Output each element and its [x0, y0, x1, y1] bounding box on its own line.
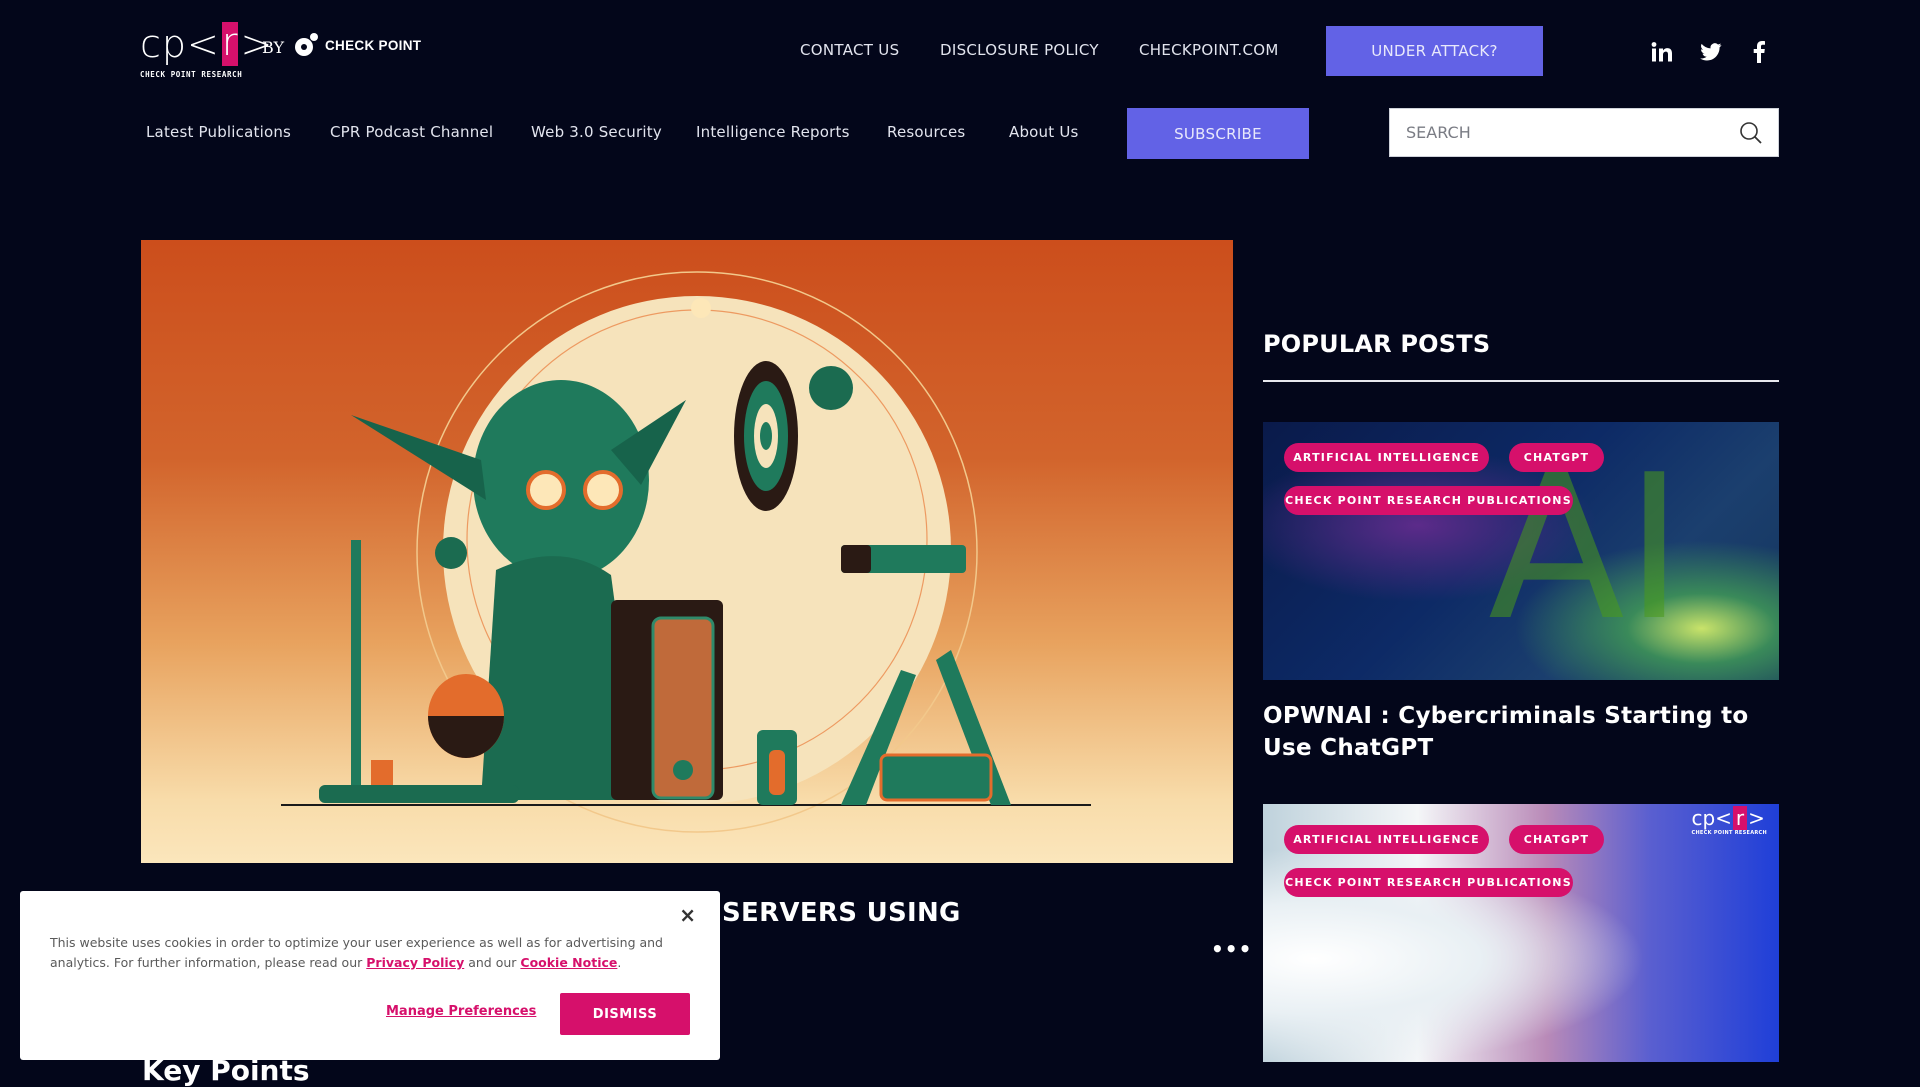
nav-latest-publications[interactable]: Latest Publications	[146, 123, 291, 141]
image-cpr-badge: cp< r > CHECK POINT RESEARCH	[1691, 806, 1767, 836]
popular-post-image[interactable]: AI ARTIFICIAL INTELLIGENCE CHATGPT CHECK…	[1263, 422, 1779, 680]
tag-check-point-research-publications[interactable]: CHECK POINT RESEARCH PUBLICATIONS	[1284, 486, 1573, 515]
twitter-icon[interactable]	[1699, 40, 1723, 64]
popular-posts-title: POPULAR POSTS	[1263, 330, 1491, 358]
popular-post-title[interactable]: OPWNAI : Cybercriminals Starting to Use …	[1263, 700, 1763, 764]
check-point-logo[interactable]: CHECK POINT	[295, 33, 421, 57]
hero-illustration	[281, 271, 1091, 833]
logo-subtitle: CHECK POINT RESEARCH	[140, 70, 243, 79]
badge-prefix: cp<	[1691, 806, 1732, 830]
linkedin-icon[interactable]	[1650, 40, 1674, 64]
badge-r: r	[1732, 806, 1748, 830]
popular-post-image[interactable]: ARTIFICIAL INTELLIGENCE CHATGPT CHECK PO…	[1263, 804, 1779, 1062]
privacy-policy-link[interactable]: Privacy Policy	[366, 955, 464, 970]
more-options-icon[interactable]: •••	[1211, 937, 1252, 961]
nav-web3-security[interactable]: Web 3.0 Security	[531, 123, 662, 141]
disclosure-policy-link[interactable]: DISCLOSURE POLICY	[940, 41, 1099, 59]
cookie-text-middle: and our	[464, 955, 521, 970]
nav-intelligence-reports[interactable]: Intelligence Reports	[696, 123, 850, 141]
tag-chatgpt[interactable]: CHATGPT	[1509, 825, 1604, 854]
by-label: BY	[262, 38, 285, 57]
hero-image	[141, 240, 1233, 863]
search-box	[1389, 108, 1779, 157]
subscribe-button[interactable]: SUBSCRIBE	[1127, 108, 1309, 159]
logo-prefix: cp<	[140, 22, 220, 66]
tag-check-point-research-publications[interactable]: CHECK POINT RESEARCH PUBLICATIONS	[1284, 868, 1573, 897]
search-input[interactable]	[1390, 108, 1738, 157]
search-icon[interactable]	[1738, 120, 1764, 146]
dismiss-button[interactable]: DISMISS	[560, 993, 690, 1035]
check-point-mark-icon	[295, 33, 319, 57]
tag-artificial-intelligence[interactable]: ARTIFICIAL INTELLIGENCE	[1284, 443, 1489, 472]
article-headline: SERVERS USING	[722, 898, 961, 928]
facebook-icon[interactable]	[1747, 40, 1771, 64]
contact-us-link[interactable]: CONTACT US	[800, 41, 899, 59]
nav-about-us[interactable]: About Us	[1009, 123, 1079, 141]
cookie-text-after: .	[617, 955, 622, 970]
check-point-name: CHECK POINT	[325, 37, 422, 53]
popular-posts-divider	[1263, 380, 1779, 382]
logo-r: r	[221, 20, 239, 66]
cookie-banner: × This website uses cookies in order to …	[20, 891, 720, 1060]
cpr-logo[interactable]: cp< r > CHECK POINT RESEARCH	[140, 20, 272, 82]
nav-resources[interactable]: Resources	[887, 123, 965, 141]
close-icon[interactable]: ×	[679, 903, 696, 927]
nav-cpr-podcast-channel[interactable]: CPR Podcast Channel	[330, 123, 493, 141]
badge-suffix: >	[1748, 806, 1765, 830]
tag-chatgpt[interactable]: CHATGPT	[1509, 443, 1604, 472]
under-attack-button[interactable]: UNDER ATTACK?	[1326, 26, 1543, 76]
checkpoint-com-link[interactable]: CHECKPOINT.COM	[1139, 41, 1279, 59]
badge-subtitle: CHECK POINT RESEARCH	[1691, 830, 1767, 836]
cookie-message: This website uses cookies in order to op…	[50, 933, 690, 973]
tag-artificial-intelligence[interactable]: ARTIFICIAL INTELLIGENCE	[1284, 825, 1489, 854]
manage-preferences-link[interactable]: Manage Preferences	[386, 1004, 536, 1019]
badge-wordmark: cp< r >	[1691, 806, 1767, 830]
cookie-notice-link[interactable]: Cookie Notice	[520, 955, 617, 970]
logo-wordmark: cp< r >	[140, 20, 272, 66]
